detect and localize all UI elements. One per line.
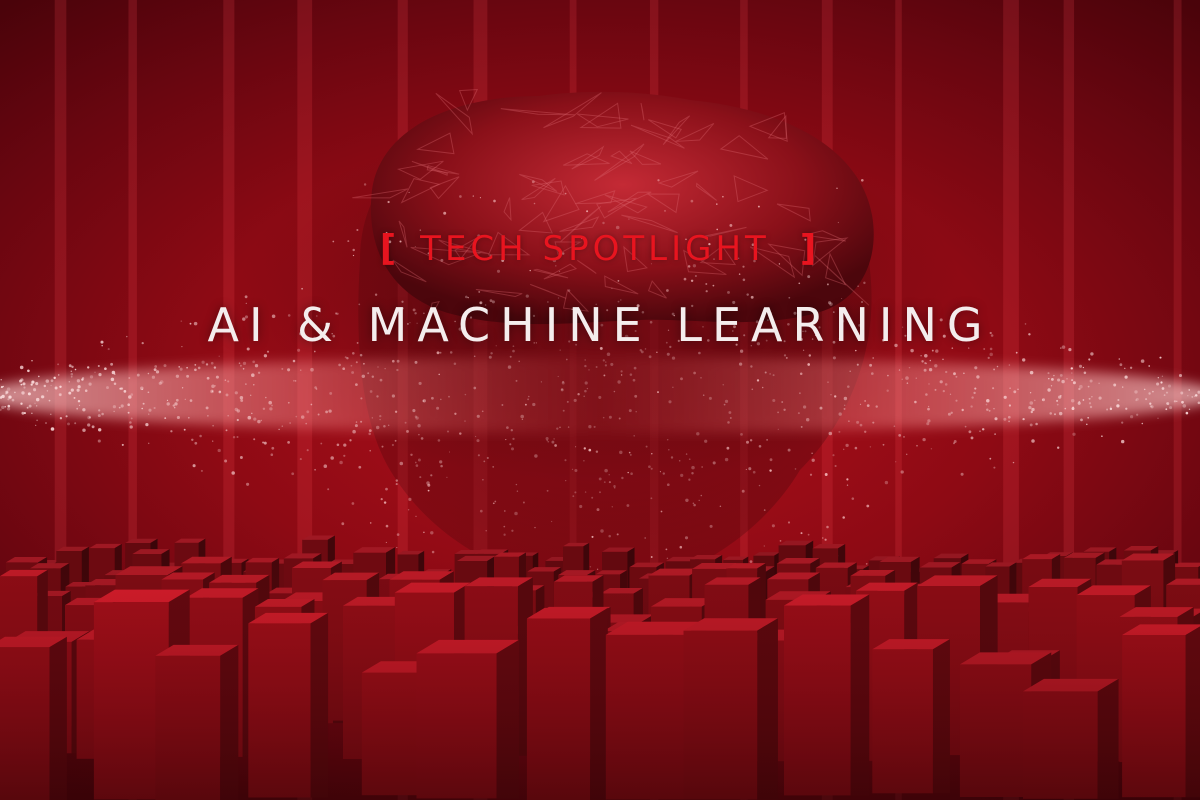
kicker-label: [ TECH SPOTLIGHT] — [0, 228, 1200, 269]
kicker-bracket-close: ] — [799, 228, 821, 269]
kicker-bracket-open: [ — [379, 228, 401, 269]
kicker-text: TECH SPOTLIGHT — [420, 229, 770, 269]
hero-illustration — [0, 0, 1200, 800]
hero-banner: [ TECH SPOTLIGHT] AI & MACHINE LEARNING — [0, 0, 1200, 800]
brain-icon — [352, 88, 874, 325]
page-title: AI & MACHINE LEARNING — [207, 298, 993, 352]
